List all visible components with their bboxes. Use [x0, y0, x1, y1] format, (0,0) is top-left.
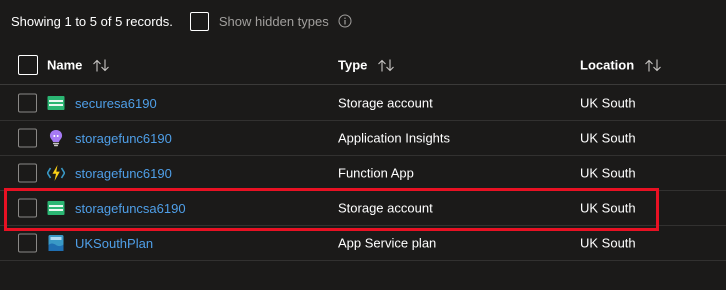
- row-checkbox[interactable]: [18, 163, 37, 183]
- function-app-icon: [47, 165, 65, 181]
- row-checkbox[interactable]: [18, 128, 37, 148]
- sort-icon[interactable]: [376, 58, 396, 72]
- row-type-cell: Application Insights: [338, 130, 451, 146]
- sort-icon[interactable]: [643, 58, 663, 72]
- row-name-cell: storagefunc6190: [47, 164, 172, 182]
- row-location-cell: UK South: [580, 165, 636, 181]
- resource-name-link[interactable]: storagefunc6190: [75, 131, 172, 146]
- row-type-cell: App Service plan: [338, 235, 437, 251]
- column-header-location[interactable]: Location: [580, 58, 663, 73]
- resource-name-link[interactable]: UKSouthPlan: [75, 236, 153, 251]
- column-header-name[interactable]: Name: [47, 58, 111, 73]
- column-header-location-label: Location: [580, 57, 635, 73]
- table-row[interactable]: storagefunc6190 Application Insights UK …: [0, 121, 726, 156]
- column-header-name-label: Name: [47, 57, 83, 73]
- table-row[interactable]: UKSouthPlan App Service plan UK South: [0, 226, 726, 261]
- app-insights-icon: [49, 130, 63, 147]
- row-checkbox[interactable]: [18, 93, 37, 113]
- row-type-cell: Storage account: [338, 95, 433, 111]
- resource-name-link[interactable]: securesa6190: [75, 96, 157, 111]
- row-location-cell: UK South: [580, 95, 636, 111]
- app-service-plan-icon: [48, 235, 64, 251]
- row-location-cell: UK South: [580, 235, 636, 251]
- row-highlight-box: [4, 188, 659, 231]
- sort-icon[interactable]: [91, 58, 111, 72]
- row-location-cell: UK South: [580, 130, 636, 146]
- row-name-cell: securesa6190: [47, 94, 157, 112]
- storage-account-icon: [47, 96, 65, 110]
- table-row[interactable]: securesa6190 Storage account UK South: [0, 86, 726, 121]
- show-hidden-types-checkbox[interactable]: [189, 11, 209, 31]
- row-name-cell: UKSouthPlan: [47, 234, 153, 252]
- column-header-type[interactable]: Type: [338, 58, 396, 73]
- show-hidden-types-label[interactable]: Show hidden types: [219, 14, 329, 29]
- resource-name-link[interactable]: storagefunc6190: [75, 166, 172, 181]
- info-icon[interactable]: [338, 14, 352, 28]
- table-header: Name Type Location: [0, 46, 726, 85]
- row-checkbox[interactable]: [18, 233, 37, 253]
- select-all-checkbox[interactable]: [18, 55, 38, 75]
- row-type-cell: Function App: [338, 165, 414, 181]
- records-toolbar: Showing 1 to 5 of 5 records. Show hidden…: [11, 10, 352, 32]
- records-count-text: Showing 1 to 5 of 5 records.: [11, 13, 173, 29]
- table-row[interactable]: storagefunc6190 Function App UK South: [0, 156, 726, 191]
- column-header-type-label: Type: [338, 57, 368, 73]
- row-name-cell: storagefunc6190: [47, 129, 172, 147]
